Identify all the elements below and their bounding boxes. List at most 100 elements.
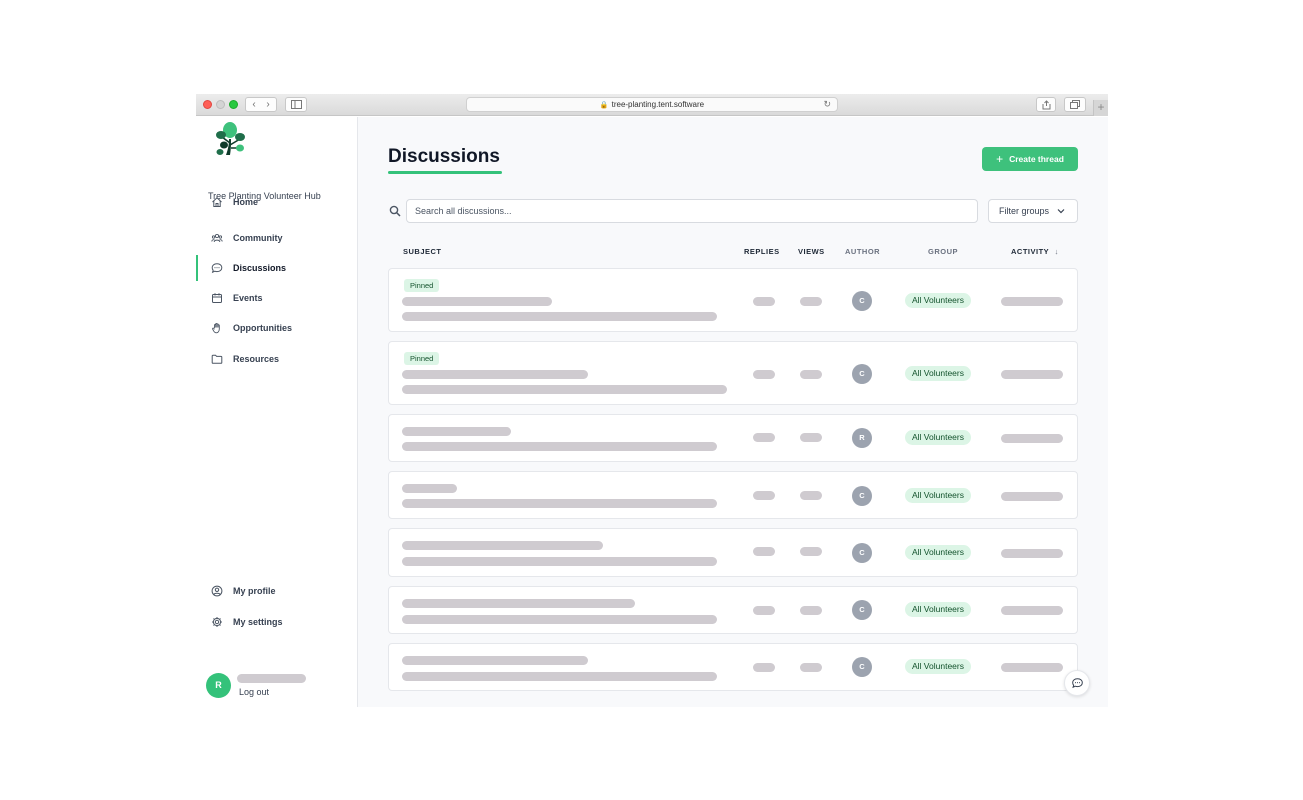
pinned-badge: Pinned bbox=[404, 279, 440, 292]
home-icon bbox=[212, 197, 222, 207]
sidebar-item-home[interactable]: Home bbox=[196, 191, 357, 213]
author-avatar[interactable]: C bbox=[852, 543, 872, 563]
tab-overview-button[interactable] bbox=[1064, 97, 1086, 112]
thread-excerpt-placeholder bbox=[402, 557, 717, 566]
chevron-down-icon bbox=[1057, 209, 1065, 214]
activity-placeholder bbox=[1001, 370, 1063, 379]
sidebar-item-label: Home bbox=[233, 197, 259, 207]
author-avatar[interactable]: C bbox=[852, 486, 872, 506]
share-icon bbox=[1042, 100, 1050, 110]
history-nav: ‹ › bbox=[245, 97, 277, 112]
author-avatar[interactable]: R bbox=[852, 428, 872, 448]
thread-title-placeholder bbox=[402, 599, 635, 608]
sidebar-item-resources[interactable]: Resources bbox=[196, 348, 357, 370]
column-header-subject[interactable]: SUBJECT bbox=[403, 247, 442, 256]
column-header-activity-label: ACTIVITY bbox=[1011, 247, 1050, 256]
sidebar-item-community[interactable]: Community bbox=[196, 227, 357, 249]
thread-title-placeholder bbox=[402, 484, 457, 493]
sidebar-item-label: Resources bbox=[233, 354, 280, 364]
search-input[interactable] bbox=[406, 199, 978, 223]
chat-bubble-icon bbox=[1071, 678, 1083, 689]
thread-row[interactable]: Pinned C All Volunteers bbox=[388, 341, 1078, 405]
group-badge[interactable]: All Volunteers bbox=[905, 488, 971, 503]
tree-logo-icon bbox=[216, 122, 245, 155]
chat-support-button[interactable] bbox=[1064, 670, 1090, 696]
thread-row[interactable]: Pinned C All Volunteers bbox=[388, 268, 1078, 332]
thread-excerpt-placeholder bbox=[402, 312, 717, 321]
maximize-window-button[interactable] bbox=[229, 100, 238, 109]
sidebar-item-label: My profile bbox=[233, 586, 276, 596]
group-badge[interactable]: All Volunteers bbox=[905, 659, 971, 674]
group-badge[interactable]: All Volunteers bbox=[905, 366, 971, 381]
address-bar[interactable]: 🔒 tree-planting.tent.software ↻ bbox=[466, 97, 838, 112]
thread-row[interactable]: R All Volunteers bbox=[388, 414, 1078, 462]
group-badge[interactable]: All Volunteers bbox=[905, 430, 971, 445]
author-avatar[interactable]: C bbox=[852, 657, 872, 677]
column-header-activity[interactable]: ACTIVITY ↓ bbox=[1011, 247, 1059, 256]
activity-placeholder bbox=[1001, 549, 1063, 558]
thread-title-placeholder bbox=[402, 297, 552, 306]
group-badge[interactable]: All Volunteers bbox=[905, 602, 971, 617]
title-underline bbox=[388, 171, 502, 174]
sidebar-item-my-profile[interactable]: My profile bbox=[196, 580, 357, 602]
create-thread-button[interactable]: + Create thread bbox=[982, 147, 1078, 171]
author-avatar[interactable]: C bbox=[852, 600, 872, 620]
activity-placeholder bbox=[1001, 663, 1063, 672]
views-placeholder bbox=[800, 547, 822, 556]
folder-icon bbox=[211, 354, 223, 364]
sidebar-item-label: Discussions bbox=[233, 263, 287, 273]
gear-icon bbox=[212, 617, 222, 627]
new-tab-button[interactable]: + bbox=[1093, 100, 1108, 116]
reload-icon[interactable]: ↻ bbox=[823, 98, 831, 111]
replies-placeholder bbox=[753, 297, 775, 306]
forward-button[interactable]: › bbox=[261, 98, 275, 111]
share-button[interactable] bbox=[1036, 97, 1056, 112]
chat-icon bbox=[211, 263, 223, 274]
sidebar-item-opportunities[interactable]: Opportunities bbox=[196, 317, 357, 339]
column-header-group[interactable]: GROUP bbox=[928, 247, 958, 256]
close-window-button[interactable] bbox=[203, 100, 212, 109]
sidebar-item-my-settings[interactable]: My settings bbox=[196, 611, 357, 633]
column-header-author[interactable]: AUTHOR bbox=[845, 247, 880, 256]
tabs-icon bbox=[1070, 100, 1080, 109]
create-thread-label: Create thread bbox=[1009, 154, 1064, 164]
author-avatar[interactable]: C bbox=[852, 364, 872, 384]
thread-title-placeholder bbox=[402, 541, 603, 550]
thread-row[interactable]: C All Volunteers bbox=[388, 643, 1078, 691]
sidebar-item-events[interactable]: Events bbox=[196, 287, 357, 309]
author-avatar[interactable]: C bbox=[852, 291, 872, 311]
thread-excerpt-placeholder bbox=[402, 385, 727, 394]
thread-row[interactable]: C All Volunteers bbox=[388, 471, 1078, 519]
thread-row[interactable]: C All Volunteers bbox=[388, 528, 1078, 577]
back-button[interactable]: ‹ bbox=[247, 98, 261, 111]
filter-groups-dropdown[interactable]: Filter groups bbox=[988, 199, 1078, 223]
thread-excerpt-placeholder bbox=[402, 442, 717, 451]
views-placeholder bbox=[800, 433, 822, 442]
group-badge[interactable]: All Volunteers bbox=[905, 293, 971, 308]
hand-icon bbox=[212, 322, 220, 334]
user-avatar[interactable]: R bbox=[206, 673, 231, 698]
sidebar: Tree Planting Volunteer Hub Home Communi… bbox=[196, 117, 358, 707]
activity-placeholder bbox=[1001, 606, 1063, 615]
page-title: Discussions bbox=[388, 146, 500, 167]
replies-placeholder bbox=[753, 606, 775, 615]
plus-icon: + bbox=[996, 152, 1004, 166]
views-placeholder bbox=[800, 663, 822, 672]
sidebar-item-discussions[interactable]: Discussions bbox=[196, 255, 357, 281]
column-header-replies[interactable]: REPLIES bbox=[744, 247, 780, 256]
thread-row[interactable]: C All Volunteers bbox=[388, 586, 1078, 634]
views-placeholder bbox=[800, 370, 822, 379]
column-header-views[interactable]: VIEWS bbox=[798, 247, 825, 256]
sidebar-toggle-button[interactable] bbox=[285, 97, 307, 112]
views-placeholder bbox=[800, 606, 822, 615]
user-circle-icon bbox=[211, 585, 223, 597]
search-icon bbox=[389, 205, 401, 217]
group-badge[interactable]: All Volunteers bbox=[905, 545, 971, 560]
logout-link[interactable]: Log out bbox=[239, 687, 269, 697]
calendar-icon bbox=[212, 293, 222, 303]
browser-window: ‹ › 🔒 tree-planting.tent.software ↻ + Tree bbox=[196, 94, 1108, 707]
minimize-window-button[interactable] bbox=[216, 100, 225, 109]
sidebar-item-label: Events bbox=[233, 293, 263, 303]
activity-placeholder bbox=[1001, 297, 1063, 306]
views-placeholder bbox=[800, 297, 822, 306]
